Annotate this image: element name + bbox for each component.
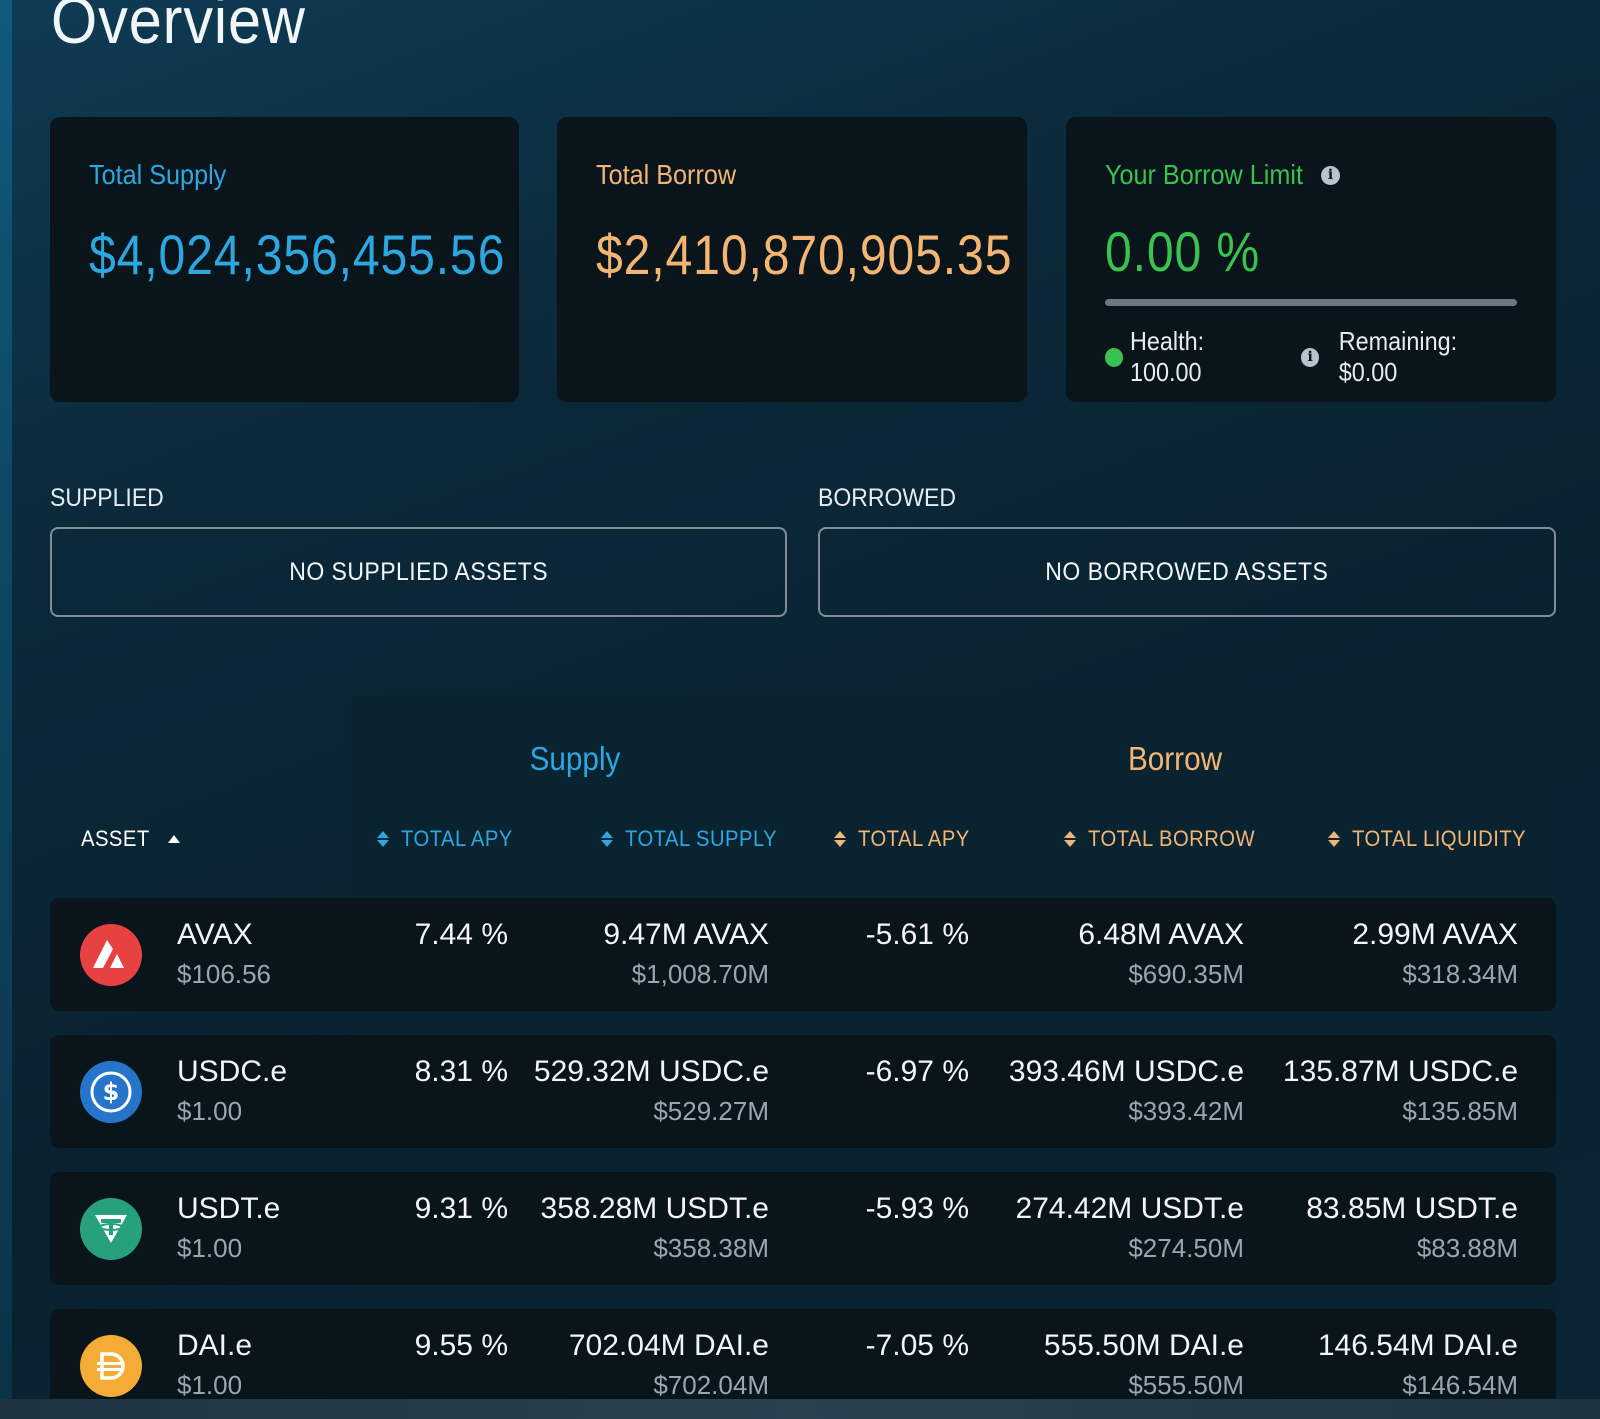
borrow-limit-value: 0.00 %: [1105, 220, 1261, 283]
borrow-apy-header-label: TOTAL APY: [858, 826, 970, 851]
borrow-limit-label: Your Borrow Limit: [1105, 159, 1303, 190]
total-borrow-header-label: TOTAL BORROW: [1088, 826, 1256, 851]
sort-icon: [1328, 831, 1340, 847]
sort-icon: [377, 831, 389, 847]
borrow-usd: $690.35M: [1128, 959, 1244, 989]
total-supply-value: $4,024,356,455.56: [89, 223, 506, 286]
supply-usd: $702.04M: [653, 1370, 769, 1400]
total-supply-header-label: TOTAL SUPPLY: [625, 826, 778, 851]
supply-usd: $1,008.70M: [631, 959, 769, 989]
market-row-usdt[interactable]: USDT.e $1.00 9.31 % 358.28M USDT.e $358.3…: [50, 1172, 1556, 1285]
supply-apy: 9.31 %: [414, 1192, 508, 1225]
asset-price: $1.00: [177, 1096, 243, 1126]
liquidity-amount: 2.99M AVAX: [1352, 918, 1518, 951]
total-borrow-label: Total Borrow: [596, 159, 737, 190]
borrow-amount: 6.48M AVAX: [1078, 918, 1244, 951]
borrow-limit-footer: Health: 100.00 i Remaining: $0.00: [1105, 326, 1517, 388]
info-icon[interactable]: i: [1321, 166, 1340, 185]
liquidity-amount: 135.87M USDC.e: [1282, 1055, 1518, 1088]
borrowed-section-label: BORROWED: [818, 484, 956, 512]
health-label: Health:: [1130, 326, 1205, 356]
supply-apy: 8.31 %: [414, 1055, 508, 1088]
usdt-icon: [80, 1198, 142, 1260]
borrow-group-header: Borrow: [1127, 740, 1223, 777]
supplied-empty-text: NO SUPPLIED ASSETS: [289, 557, 548, 586]
supply-apy: 9.55 %: [414, 1329, 508, 1362]
total-supply-column-header[interactable]: TOTAL SUPPLY: [601, 826, 790, 852]
sort-icon: [834, 831, 846, 847]
supply-amount: 702.04M DAI.e: [568, 1329, 769, 1362]
supply-usd: $529.27M: [653, 1096, 769, 1126]
borrow-apy: -5.61 %: [865, 918, 969, 951]
sort-icon: [601, 831, 613, 847]
health-text: Health: 100.00: [1130, 326, 1277, 388]
supply-apy-header-label: TOTAL APY: [401, 826, 513, 851]
usdc-icon: $: [80, 1061, 142, 1123]
page-title: Overview: [51, 0, 306, 57]
liquidity-usd: $146.54M: [1402, 1370, 1518, 1400]
supply-amount: 529.32M USDC.e: [533, 1055, 769, 1088]
borrowed-empty-box: NO BORROWED ASSETS: [818, 527, 1556, 617]
asset-price: $1.00: [177, 1233, 243, 1263]
asset-name: AVAX: [177, 918, 253, 951]
total-borrow-column-header[interactable]: TOTAL BORROW: [1064, 826, 1270, 852]
sort-ascending-icon: [167, 835, 180, 843]
supply-apy-column-header[interactable]: TOTAL APY: [377, 826, 522, 852]
total-borrow-value: $2,410,870,905.35: [596, 223, 1013, 286]
remaining-group: Remaining: $0.00: [1319, 326, 1517, 388]
asset-price: $1.00: [177, 1370, 243, 1400]
sidebar-edge: [0, 0, 12, 1419]
asset-name: DAI.e: [177, 1329, 253, 1362]
remaining-label: Remaining:: [1339, 326, 1458, 356]
total-borrow-card: Total Borrow $2,410,870,905.35: [557, 117, 1027, 402]
supply-apy: 7.44 %: [414, 918, 508, 951]
health-group: Health: 100.00 i: [1105, 326, 1320, 388]
total-liquidity-header-label: TOTAL LIQUIDITY: [1352, 826, 1527, 851]
borrow-apy: -5.93 %: [865, 1192, 969, 1225]
health-status-dot: [1105, 347, 1124, 367]
asset-column-header[interactable]: ASSET: [81, 826, 180, 852]
borrow-apy: -7.05 %: [865, 1329, 969, 1362]
sort-icon: [1064, 831, 1076, 847]
borrow-limit-card: Your Borrow Limit i 0.00 % Health: 100.0…: [1066, 117, 1556, 402]
asset-header-label: ASSET: [81, 826, 150, 851]
borrow-amount: 274.42M USDT.e: [1015, 1192, 1244, 1225]
liquidity-amount: 83.85M USDT.e: [1306, 1192, 1518, 1225]
supply-amount: 358.28M USDT.e: [540, 1192, 769, 1225]
market-row-avax[interactable]: AVAX $106.56 7.44 % 9.47M AVAX $1,008.70M…: [50, 898, 1556, 1011]
borrowed-empty-text: NO BORROWED ASSETS: [1045, 557, 1329, 586]
liquidity-amount: 146.54M DAI.e: [1317, 1329, 1518, 1362]
asset-price: $106.56: [177, 959, 271, 989]
liquidity-usd: $135.85M: [1402, 1096, 1518, 1126]
remaining-text: Remaining: $0.00: [1339, 326, 1517, 388]
borrow-limit-bar: [1105, 299, 1517, 306]
avax-icon: [80, 924, 142, 986]
borrow-apy: -6.97 %: [865, 1055, 969, 1088]
liquidity-usd: $83.88M: [1416, 1233, 1518, 1263]
liquidity-usd: $318.34M: [1402, 959, 1518, 989]
health-info-icon[interactable]: i: [1301, 347, 1320, 367]
asset-name: USDT.e: [177, 1192, 281, 1225]
total-liquidity-column-header[interactable]: TOTAL LIQUIDITY: [1328, 826, 1541, 852]
bottom-edge: [0, 1399, 1600, 1419]
borrow-usd: $393.42M: [1128, 1096, 1244, 1126]
total-supply-card: Total Supply $4,024,356,455.56: [50, 117, 519, 402]
market-row-usdc[interactable]: $ USDC.e $1.00 8.31 % 529.32M USDC.e $529…: [50, 1035, 1556, 1148]
borrow-amount: 393.46M USDC.e: [1008, 1055, 1244, 1088]
supplied-empty-box: NO SUPPLIED ASSETS: [50, 527, 787, 617]
supply-amount: 9.47M AVAX: [603, 918, 769, 951]
health-value: 100.00: [1130, 357, 1202, 387]
supply-usd: $358.38M: [653, 1233, 769, 1263]
svg-text:$: $: [103, 1078, 120, 1106]
borrow-apy-column-header[interactable]: TOTAL APY: [834, 826, 979, 852]
supplied-section-label: SUPPLIED: [50, 484, 164, 512]
asset-name: USDC.e: [177, 1055, 288, 1088]
borrow-amount: 555.50M DAI.e: [1043, 1329, 1244, 1362]
borrow-usd: $555.50M: [1128, 1370, 1244, 1400]
borrow-usd: $274.50M: [1128, 1233, 1244, 1263]
total-supply-label: Total Supply: [89, 159, 227, 190]
supply-group-header: Supply: [529, 740, 621, 777]
dai-icon: [80, 1335, 142, 1397]
remaining-value: $0.00: [1339, 357, 1398, 387]
